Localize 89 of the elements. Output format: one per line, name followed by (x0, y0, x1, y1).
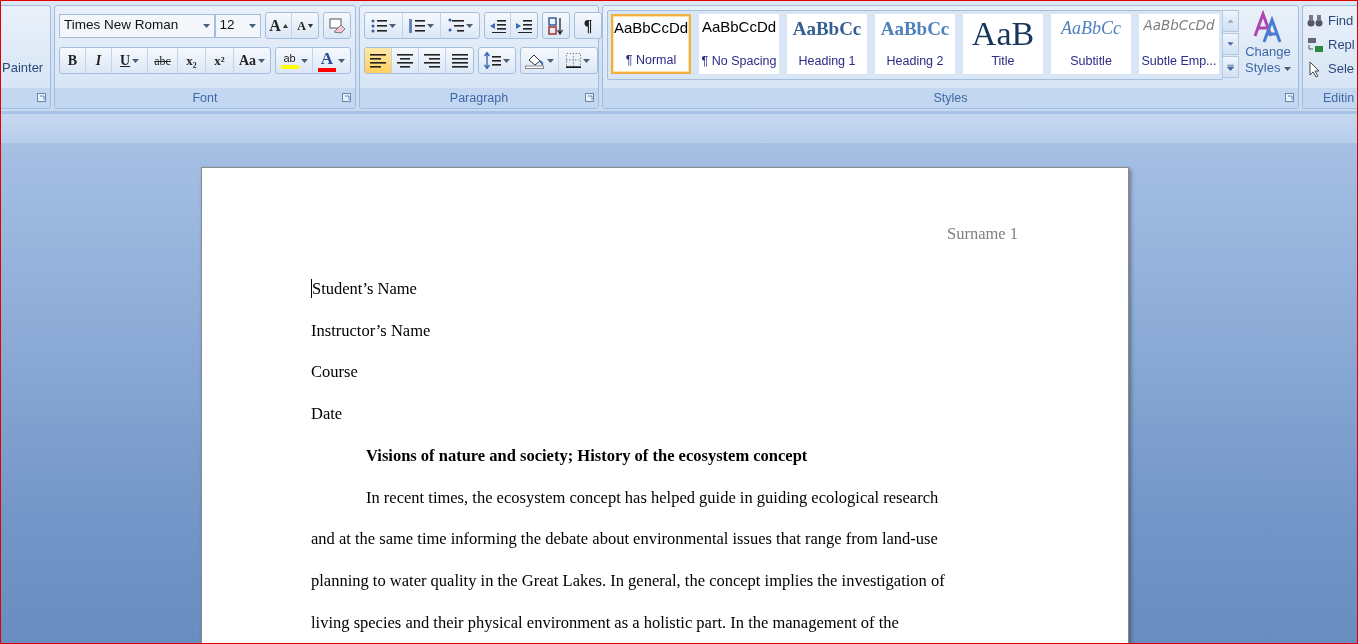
decrease-indent-icon (489, 18, 506, 33)
body-text: Instructor’s Name (311, 320, 431, 340)
group-label: Styles (933, 89, 968, 107)
bold-button[interactable]: B (60, 48, 86, 73)
superscript-button[interactable]: x² (206, 48, 234, 73)
line-spacing-icon (484, 52, 501, 69)
font-name-dropdown[interactable]: Times New Roman (59, 13, 215, 38)
caret-icon (389, 23, 396, 28)
select-button[interactable]: Sele (1307, 57, 1357, 81)
body-text: Student’s Name (312, 279, 417, 298)
italic-button[interactable]: I (86, 48, 112, 73)
scroll-down-icon[interactable] (1222, 33, 1239, 55)
find-button[interactable]: Find (1307, 9, 1357, 33)
align-left-icon (370, 53, 386, 68)
style-label: Subtitle (1070, 53, 1112, 71)
group-label: Font (192, 89, 218, 107)
caret-icon (583, 58, 590, 63)
bullet-list-icon (371, 18, 387, 33)
page-header: Surname 1 (945, 224, 1018, 244)
style-item[interactable]: AaBbCcDd ¶ Normal (611, 14, 691, 74)
style-preview: AaBbCcDd (1143, 18, 1215, 34)
multilevel-list-icon (447, 18, 464, 33)
group-label: Paragraph (449, 89, 509, 107)
down-triangle-icon (307, 23, 313, 28)
style-item[interactable]: AaBbCcDd Subtle Emp... (1139, 14, 1219, 74)
up-triangle-icon (282, 23, 288, 28)
caret-icon (1284, 66, 1291, 71)
style-item[interactable]: AaBbCc Subtitle (1051, 14, 1131, 74)
eraser-icon (328, 17, 346, 34)
style-item[interactable]: AaBbCcDd ¶ No Spacing (699, 14, 779, 74)
body-text: Course (311, 362, 358, 382)
style-preview: AaBbCcDd (701, 18, 777, 36)
increase-indent-icon (516, 18, 532, 33)
align-right-icon (424, 53, 440, 68)
style-label: Heading 2 (886, 53, 944, 71)
underline-button[interactable]: U (112, 48, 148, 73)
replace-icon (1307, 36, 1324, 54)
paint-bucket-icon (525, 52, 545, 69)
show-marks-button[interactable]: ¶ (575, 13, 601, 38)
style-label: ¶ Normal (625, 52, 677, 70)
style-label: ¶ No Spacing (701, 53, 777, 71)
caret-icon (202, 23, 210, 28)
strikethrough-button[interactable]: abc (148, 48, 178, 73)
align-justify-icon (451, 53, 468, 68)
dialog-launcher-icon[interactable] (37, 93, 46, 102)
body-text: living species and their physical environment as a holistic part. In the management of the (311, 612, 899, 632)
caret-icon (249, 23, 256, 28)
style-label: Heading 1 (798, 53, 856, 71)
more-styles-icon[interactable] (1222, 56, 1239, 78)
styles-icon (1253, 10, 1283, 44)
shrink-font-button[interactable]: A (292, 13, 318, 38)
caret-icon (300, 58, 308, 63)
align-center-icon (397, 53, 413, 68)
style-preview: AaBbCc (880, 18, 950, 40)
body-text: and at the same time informing the debate about environmental issues that range from land-use (311, 529, 938, 549)
grow-font-button[interactable]: A (266, 13, 292, 38)
style-item[interactable]: AaBbCc Heading 2 (875, 14, 955, 74)
style-item[interactable]: AaB Title (963, 14, 1043, 74)
subscript-button[interactable]: x₂ (178, 48, 206, 73)
style-label: Subtle Emp... (1141, 53, 1217, 71)
caret-icon (547, 58, 554, 63)
dialog-launcher-icon[interactable] (585, 93, 594, 102)
sort-icon (548, 16, 564, 35)
style-preview: AaBbCc (792, 18, 862, 40)
change-styles-button[interactable]: Change Styles (1242, 10, 1294, 88)
style-preview: AaB (971, 18, 1035, 51)
caret-icon (338, 58, 345, 63)
highlight-button[interactable]: ab (276, 48, 313, 73)
group-label: Editin (1323, 89, 1355, 107)
body-text: In recent times, the ecosystem concept has helped guide in guiding ecological research (366, 487, 939, 507)
style-preview: AaBbCc (1061, 18, 1121, 39)
caret-icon (503, 58, 510, 63)
caret-icon (465, 23, 473, 28)
font-color-button[interactable]: A (313, 48, 350, 73)
heading-text: Visions of nature and society; History of the ecosystem concept (366, 445, 808, 465)
replace-button[interactable]: Repl (1307, 33, 1357, 57)
dialog-launcher-icon[interactable] (342, 93, 351, 102)
format-painter-button[interactable]: Painter (2, 60, 44, 75)
font-size-dropdown[interactable]: 12 (214, 13, 261, 38)
change-case-button[interactable]: Aa (234, 48, 270, 73)
style-preview: AaBbCcDd (613, 19, 689, 37)
body-text: Date (311, 404, 343, 424)
body-text: planning to water quality in the Great Lakes. In general, the concept implies the investigation of (311, 570, 945, 590)
align-left-button[interactable] (365, 48, 392, 73)
dialog-launcher-icon[interactable] (1285, 93, 1294, 102)
borders-icon (566, 53, 581, 68)
style-label: Title (991, 53, 1015, 71)
style-item[interactable]: AaBbCc Heading 1 (787, 14, 867, 74)
caret-icon (427, 23, 434, 28)
